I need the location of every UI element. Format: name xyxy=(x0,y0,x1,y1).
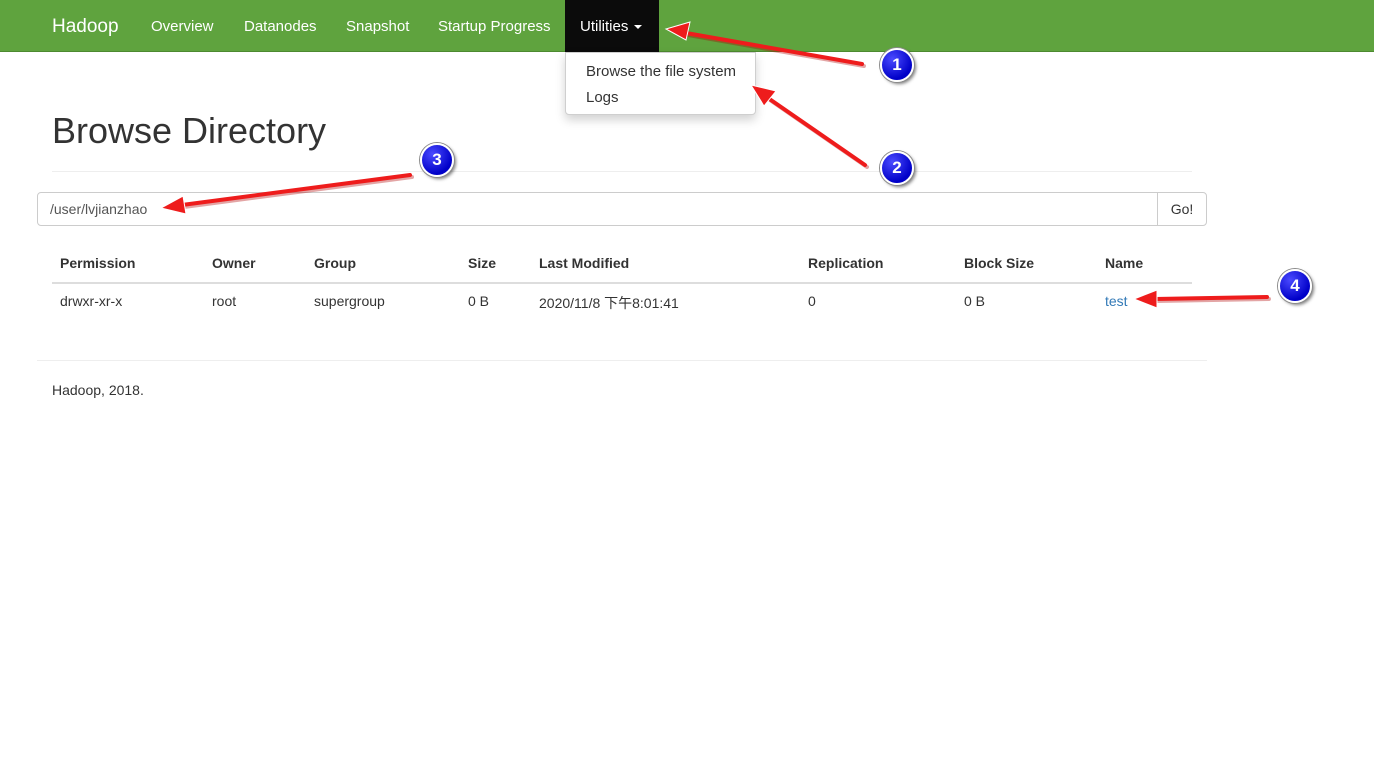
arrow-2 xyxy=(749,84,869,169)
annotation-badge-4: 4 xyxy=(1278,269,1312,303)
arrow-4 xyxy=(1132,289,1271,309)
annotation-badge-1: 1 xyxy=(880,48,914,82)
annotation-arrows xyxy=(159,21,1271,309)
annotation-badge-3: 3 xyxy=(420,143,454,177)
arrow-3 xyxy=(159,173,414,215)
arrow-1 xyxy=(664,21,866,68)
annotation-badge-2: 2 xyxy=(880,151,914,185)
